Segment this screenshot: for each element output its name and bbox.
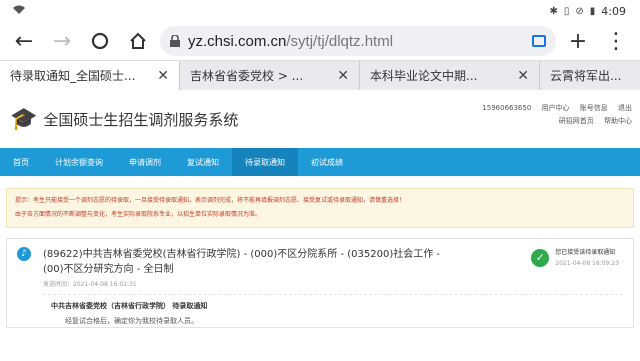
forward-arrow-icon[interactable]: → <box>46 26 78 56</box>
close-icon[interactable]: ✕ <box>337 68 349 84</box>
help-link[interactable]: 帮助中心 <box>604 117 632 125</box>
tab-title: 云霄将军出... <box>550 69 622 83</box>
nav-apply-transfer[interactable]: 申请调剂 <box>116 148 174 176</box>
address-bar[interactable]: yz.chsi.com.cn/sytj/tj/dlqtz.html <box>160 26 556 56</box>
notice-body: 经复试合格后，确定你为我校待录取人员。 <box>65 317 198 325</box>
tab-switcher-icon[interactable] <box>532 35 546 47</box>
browser-tab[interactable]: 待录取通知_全国硕士... ✕ <box>0 61 180 90</box>
nav-exam-score[interactable]: 初试成绩 <box>298 148 356 176</box>
graduation-cap-icon: 🎓 <box>10 106 38 132</box>
home-link[interactable]: 研招网首页 <box>559 117 594 125</box>
header-links: 15960663650 用户中心 账号信息 退出 研招网首页 帮助中心 <box>474 102 632 128</box>
close-icon[interactable]: ✕ <box>157 68 169 84</box>
browser-toolbar: ← → yz.chsi.com.cn/sytj/tj/dlqtz.html + … <box>0 22 640 60</box>
browser-tab[interactable]: 本科毕业论文中期... ✕ <box>360 61 540 90</box>
lock-icon <box>170 32 180 51</box>
nav-plan-balance[interactable]: 计划余额查询 <box>42 148 116 176</box>
bluetooth-icon: ✱ <box>549 5 558 17</box>
notice-line: 由于各方面情况的不断调整与变化，考生实际录取院系专业，以招生单位实际录取情况为准… <box>15 211 262 218</box>
wifi-icon <box>12 5 26 18</box>
back-arrow-icon[interactable]: ← <box>8 26 40 56</box>
android-status-bar: ✱ ▯ ⊘ ▮ 4:09 <box>0 0 640 22</box>
new-tab-icon[interactable]: + <box>562 26 594 56</box>
tab-title: 本科毕业论文中期... <box>370 69 478 83</box>
logout-link[interactable]: 退出 <box>618 104 632 112</box>
browser-tab[interactable]: 云霄将军出... <box>540 61 640 90</box>
admission-card: ♪ (89622)中共吉林省委党校(吉林省行政学院) - (000)不区分院系所… <box>6 238 634 328</box>
vibrate-icon: ▯ <box>563 5 570 17</box>
user-phone: 15960663650 <box>482 104 532 112</box>
tab-strip: 待录取通知_全国硕士... ✕ 吉林省省委党校 > ... ✕ 本科毕业论文中期… <box>0 60 640 90</box>
notice-line: 提示：考生只能接受一个调剂志愿的待录取，一旦接受待录取通知，表示调剂完成，将不能… <box>15 197 406 204</box>
site-title: 全国硕士生招生调剂服务系统 <box>43 110 239 129</box>
tab-title: 吉林省省委党校 > ... <box>190 69 304 83</box>
battery-icon: ▮ <box>589 5 596 17</box>
notice-box: 提示：考生只能接受一个调剂志愿的待录取，一旦接受待录取通知，表示调剂完成，将不能… <box>6 188 634 228</box>
user-center-link[interactable]: 用户中心 <box>542 104 570 112</box>
sent-time: 发送时间：2021-04-08 16:02:31 <box>43 281 137 288</box>
bell-icon: ♪ <box>17 247 31 261</box>
close-icon[interactable]: ✕ <box>517 68 529 84</box>
notice-title: 中共吉林省委党校（吉林省行政学院） 待录取通知 <box>51 302 208 310</box>
nav-pending-admission[interactable]: 待录取通知 <box>232 148 298 176</box>
home-icon[interactable] <box>122 26 154 56</box>
reload-icon[interactable] <box>84 26 116 56</box>
account-info-link[interactable]: 账号信息 <box>580 104 608 112</box>
url-text: yz.chsi.com.cn/sytj/tj/dlqtz.html <box>188 32 394 50</box>
main-nav: 首页 计划余额查询 申请调剂 复试通知 待录取通知 初试成绩 <box>0 148 640 176</box>
site-header: 🎓 全国硕士生招生调剂服务系统 15960663650 用户中心 账号信息 退出… <box>0 90 640 148</box>
acceptance-status: ✓ 您已接受该待录取通知 2021-04-08 16:09:23 <box>531 247 619 269</box>
mute-icon: ⊘ <box>575 5 584 17</box>
menu-icon[interactable]: ⋮ <box>600 26 632 56</box>
nav-retest-notice[interactable]: 复试通知 <box>174 148 232 176</box>
program-info: (89622)中共吉林省委党校(吉林省行政学院) - (000)不区分院系所 -… <box>43 249 441 275</box>
tab-title: 待录取通知_全国硕士... <box>10 69 136 83</box>
status-text: 您已接受该待录取通知 <box>555 249 616 256</box>
status-time: 2021-04-08 16:09:23 <box>555 260 619 267</box>
nav-home[interactable]: 首页 <box>0 148 42 176</box>
browser-tab[interactable]: 吉林省省委党校 > ... ✕ <box>180 61 360 90</box>
clock: 4:09 <box>601 4 626 18</box>
check-icon: ✓ <box>531 249 550 267</box>
divider <box>43 294 623 295</box>
